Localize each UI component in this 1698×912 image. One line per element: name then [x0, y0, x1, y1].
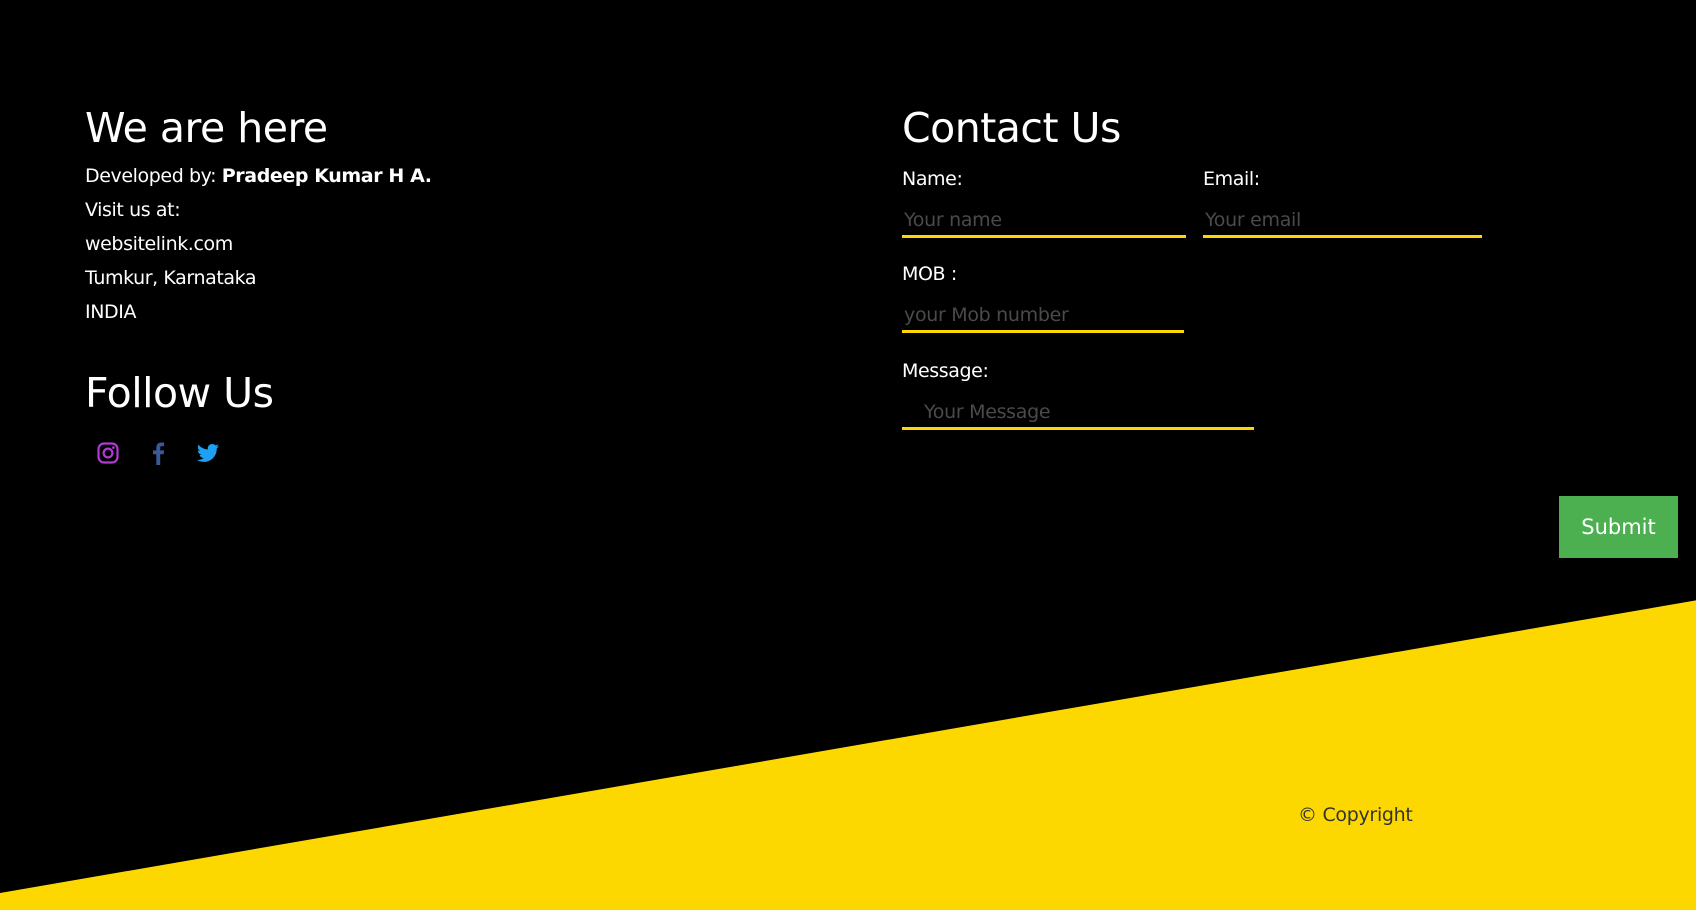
- location: Tumkur, Karnataka: [85, 267, 257, 290]
- submit-button[interactable]: Submit: [1559, 496, 1678, 558]
- name-field: Name:: [902, 167, 1186, 239]
- twitter-icon[interactable]: [195, 440, 221, 466]
- message-label: Message:: [902, 360, 989, 383]
- mob-field: MOB :: [902, 262, 1482, 334]
- message-field: Message:: [902, 359, 1482, 431]
- contact-section: Contact Us Name: Email: MOB : Message:: [902, 104, 1482, 431]
- about-heading: We are here: [85, 104, 328, 152]
- developed-by-line: Developed by: Pradeep Kumar H A.: [85, 159, 432, 193]
- email-input[interactable]: [1203, 203, 1482, 239]
- visit-label: Visit us at:: [85, 199, 181, 222]
- contact-heading: Contact Us: [902, 104, 1121, 152]
- name-label: Name:: [902, 168, 963, 191]
- about-info: Developed by: Pradeep Kumar H A. Visit u…: [85, 159, 432, 329]
- website-link[interactable]: websitelink.com: [85, 227, 432, 261]
- social-links: [85, 440, 432, 466]
- copyright-text: © Copyright: [1298, 804, 1413, 826]
- page: We are here Developed by: Pradeep Kumar …: [0, 0, 1698, 912]
- name-input[interactable]: [902, 203, 1186, 239]
- email-label: Email:: [1203, 168, 1260, 191]
- message-input[interactable]: [902, 395, 1254, 431]
- about-section: We are here Developed by: Pradeep Kumar …: [85, 104, 432, 466]
- country: INDIA: [85, 301, 137, 324]
- email-field: Email:: [1203, 167, 1482, 239]
- mob-input[interactable]: [902, 298, 1184, 334]
- follow-heading: Follow Us: [85, 369, 274, 418]
- name-email-row: Name: Email:: [902, 167, 1482, 239]
- mob-label: MOB :: [902, 263, 957, 286]
- developer-name: Pradeep Kumar H A.: [221, 165, 432, 188]
- facebook-icon[interactable]: [145, 440, 171, 466]
- instagram-icon[interactable]: [95, 440, 121, 466]
- developed-by-label: Developed by:: [85, 165, 217, 188]
